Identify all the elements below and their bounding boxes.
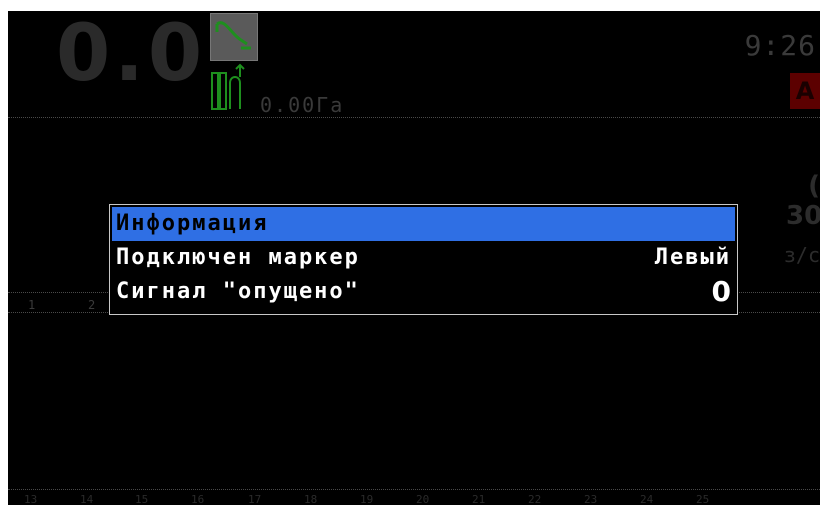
lowered-signal-row[interactable]: Сигнал "опущено" 0 <box>112 275 735 309</box>
row-label: Сигнал "опущено" <box>116 279 360 304</box>
scale-label: 23 <box>584 493 598 505</box>
right-unit: з/с <box>783 243 820 267</box>
bottom-divider <box>8 489 820 490</box>
info-dialog[interactable]: Информация Подключен маркер Левый Сигнал… <box>109 204 738 315</box>
right-value-2: 30 <box>786 201 820 231</box>
row-value: Левый <box>654 245 731 270</box>
mode-badge: A <box>790 73 820 109</box>
scale-label: 15 <box>135 493 149 505</box>
gps-signal-icon <box>210 13 258 61</box>
scale-label: 16 <box>191 493 205 505</box>
right-value-1: ( <box>808 171 820 201</box>
scale-label: 13 <box>24 493 38 505</box>
divider-top <box>8 117 820 118</box>
clock: 9:26 <box>744 29 816 62</box>
scale-label: 18 <box>304 493 318 505</box>
lane-number: 2 <box>88 298 96 312</box>
lane-number: 1 <box>28 298 36 312</box>
scale-label: 17 <box>248 493 262 505</box>
scale-label: 22 <box>528 493 542 505</box>
row-value: 0 <box>711 275 731 308</box>
marker-connected-row[interactable]: Подключен маркер Левый <box>112 241 735 275</box>
worked-area-value: 0.00Га <box>260 93 345 117</box>
scale-label: 21 <box>472 493 486 505</box>
implement-icon <box>210 63 254 111</box>
speed-readout: 0.0 <box>56 11 207 99</box>
scale-label: 14 <box>80 493 94 505</box>
dialog-title[interactable]: Информация <box>112 207 735 241</box>
scale-label: 25 <box>696 493 710 505</box>
terminal-screen: 0.0 0.00Га 9:26 A ( 30 з/с 1 2 13 14 15 <box>8 11 820 505</box>
scale-label: 20 <box>416 493 430 505</box>
right-readout: ( 30 <box>786 171 820 231</box>
bottom-scale: 13 14 15 16 17 18 19 20 21 22 23 24 25 <box>8 493 820 505</box>
scale-label: 24 <box>640 493 654 505</box>
scale-label: 19 <box>360 493 374 505</box>
row-label: Подключен маркер <box>116 245 360 270</box>
